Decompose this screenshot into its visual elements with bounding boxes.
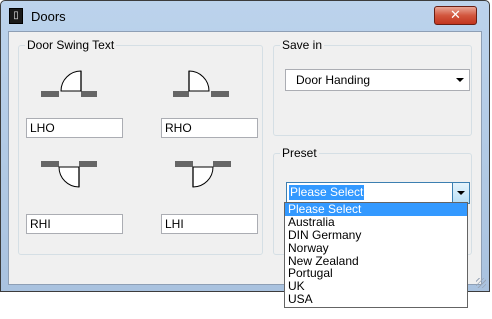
preset-option[interactable]: Please Select <box>285 203 467 216</box>
chevron-down-icon <box>456 78 464 82</box>
rhi-text-field[interactable]: RHI <box>26 214 123 234</box>
save-in-legend: Save in <box>282 38 323 52</box>
door-swing-legend: Door Swing Text <box>27 38 115 52</box>
preset-option[interactable]: Australia <box>285 215 467 229</box>
preset-dropdown-list: Please Select Australia DIN Germany Norw… <box>284 202 468 308</box>
save-in-selected-value: Door Handing <box>296 73 371 87</box>
preset-option[interactable]: USA <box>285 293 467 306</box>
rho-text-field[interactable]: RHO <box>161 118 258 138</box>
preset-dropdown-button[interactable] <box>452 183 469 203</box>
preset-option[interactable]: Norway <box>285 241 467 255</box>
preset-option[interactable]: Portugal <box>285 267 467 280</box>
door-lhi-icon <box>175 161 231 188</box>
close-icon: ✕ <box>450 8 461 23</box>
preset-select[interactable]: Please Select <box>286 182 470 204</box>
lhi-text-field[interactable]: LHI <box>161 214 258 234</box>
title-bar[interactable]: ▯ Doors ✕ <box>1 1 489 31</box>
door-rho-icon <box>173 70 229 97</box>
door-app-icon: ▯ <box>9 8 23 24</box>
close-button[interactable]: ✕ <box>434 6 477 25</box>
preset-option[interactable]: DIN Germany <box>285 228 467 242</box>
door-lho-icon <box>41 70 97 97</box>
resize-grip[interactable] <box>476 278 486 288</box>
preset-selected-value: Please Select <box>289 185 365 200</box>
chevron-down-icon <box>457 191 465 195</box>
window-title: Doors <box>31 9 66 24</box>
preset-legend: Preset <box>282 146 317 160</box>
lho-text-field[interactable]: LHO <box>26 118 123 138</box>
save-in-select[interactable]: Door Handing <box>285 69 470 91</box>
door-rhi-icon <box>41 161 97 188</box>
